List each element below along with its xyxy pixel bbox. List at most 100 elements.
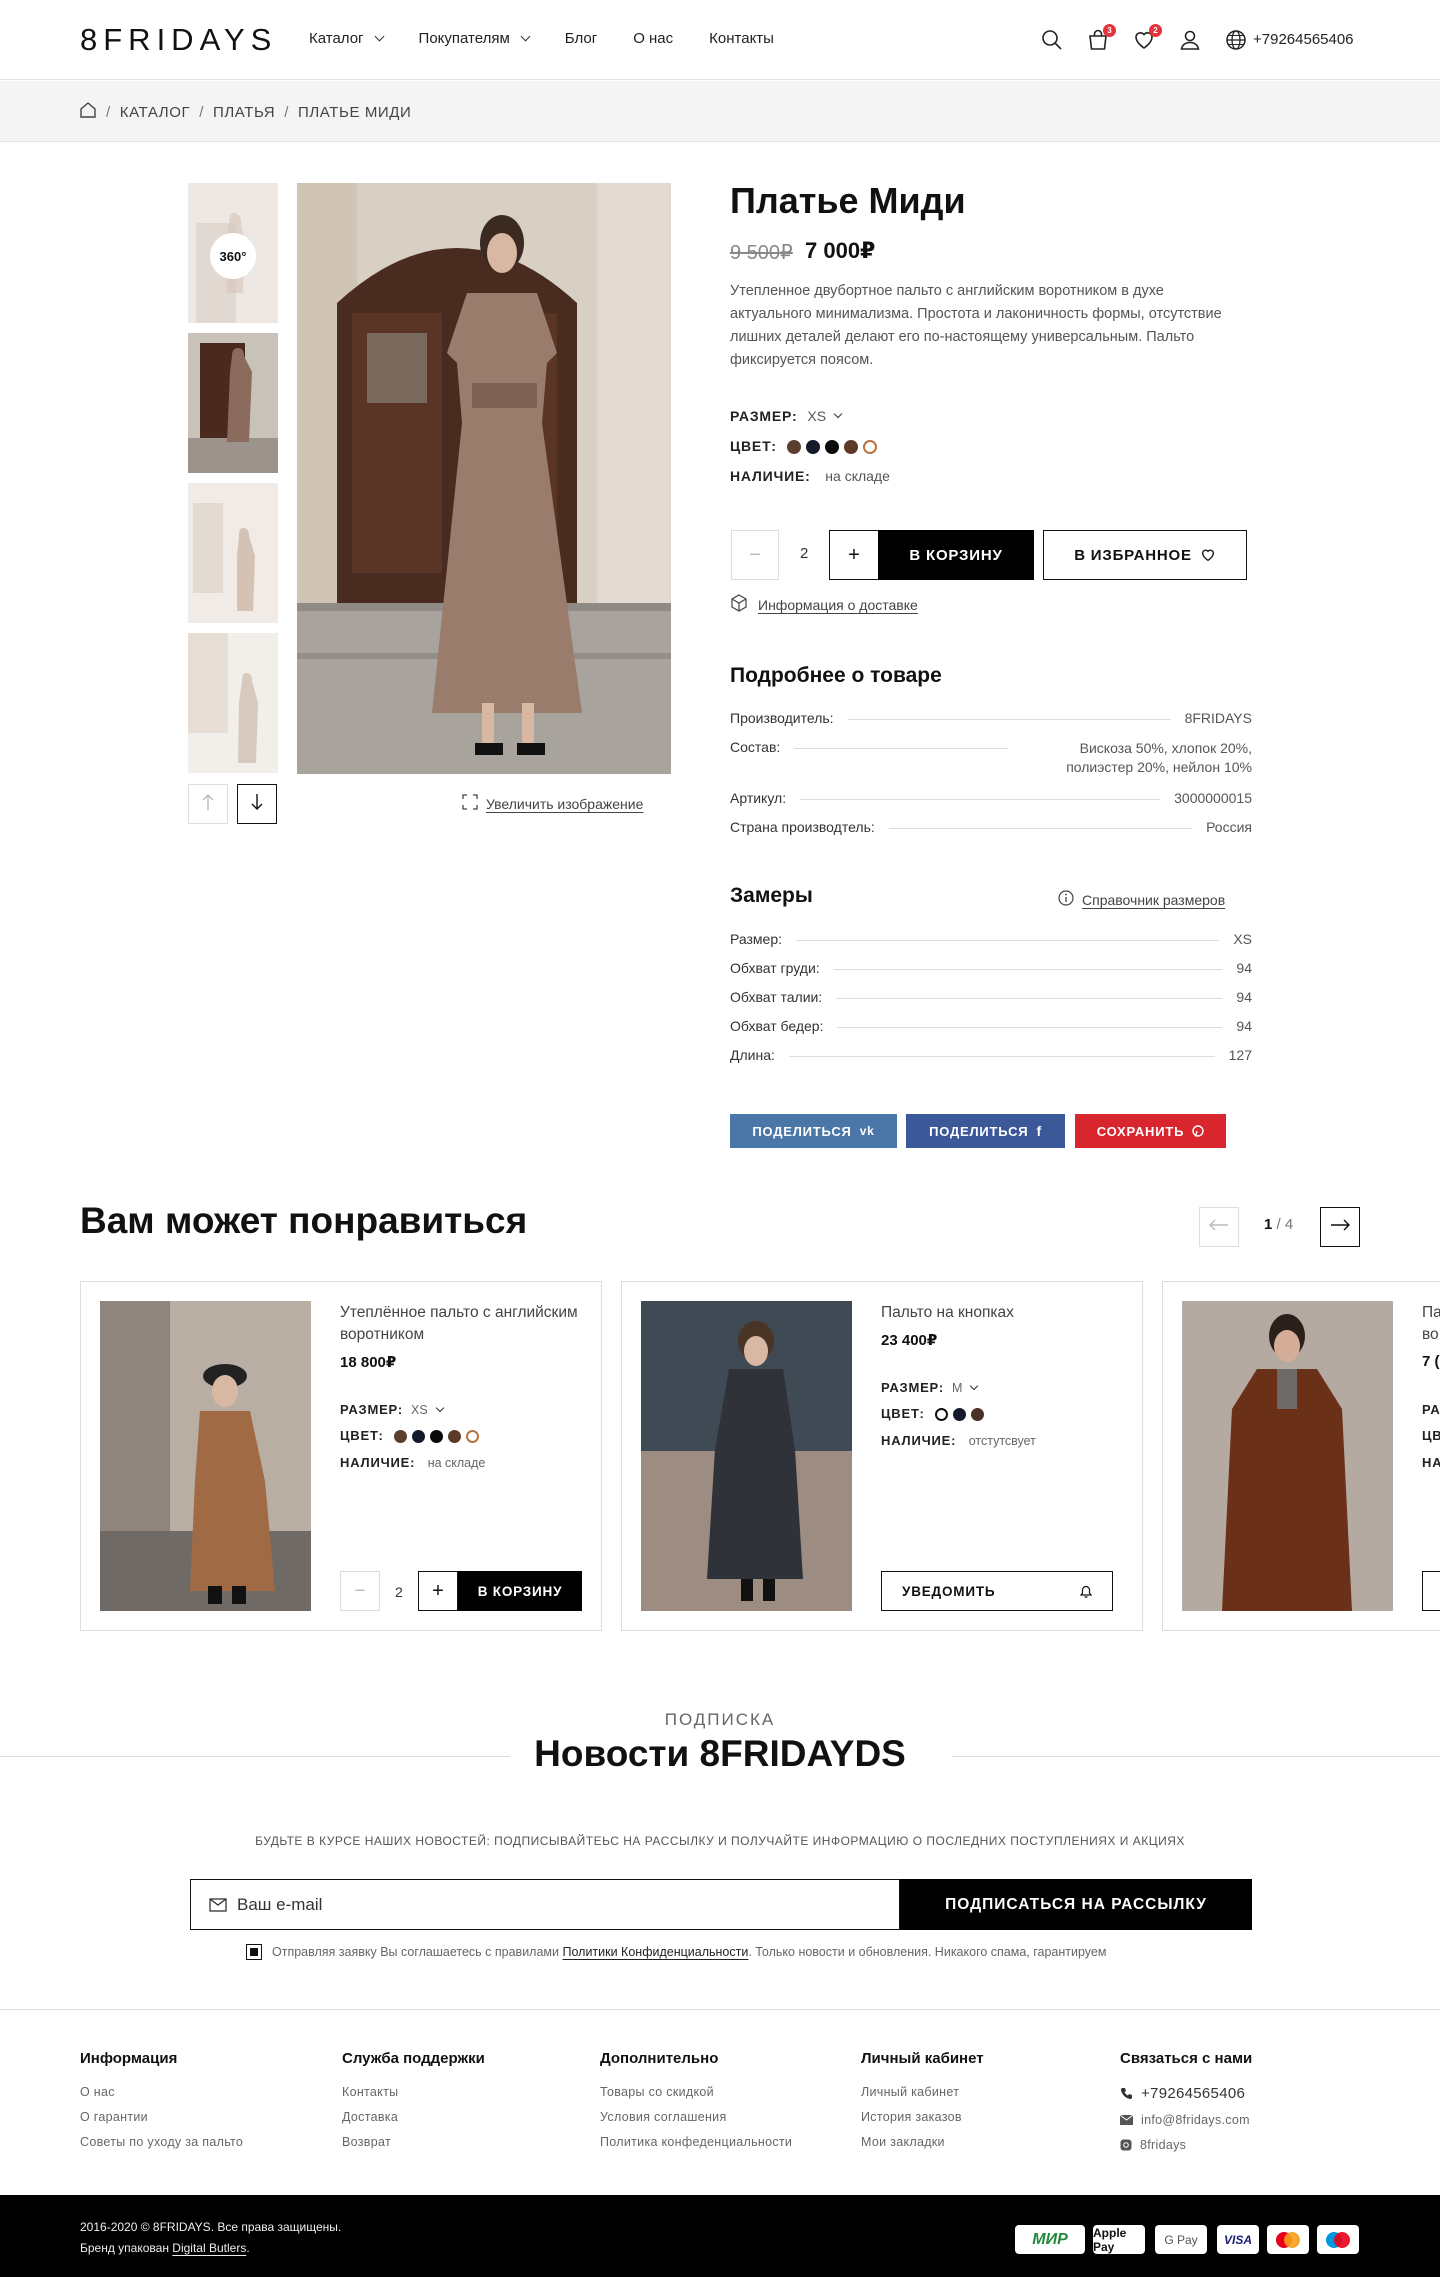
- nav-item-customers[interactable]: Покупателям: [419, 30, 531, 47]
- zoom-image-link[interactable]: Увеличить изображение: [462, 794, 643, 813]
- nav-item-blog[interactable]: Блог: [565, 30, 597, 47]
- color-swatch[interactable]: [824, 440, 839, 455]
- phone-icon: [1120, 2087, 1133, 2100]
- zoom-label: Увеличить изображение: [486, 795, 644, 812]
- footer-link[interactable]: О нас: [80, 2085, 243, 2099]
- quantity-value[interactable]: 2: [800, 545, 808, 562]
- product-card-name[interactable]: Пальто на кнопках: [881, 1302, 1121, 1324]
- product-card-image[interactable]: [100, 1301, 311, 1611]
- product-main-image[interactable]: [297, 183, 671, 774]
- color-swatches: [786, 438, 882, 455]
- footer-link[interactable]: Советы по уходу за пальто: [80, 2135, 243, 2149]
- footer-link[interactable]: История заказов: [861, 2110, 984, 2124]
- footer-link[interactable]: Личный кабинет: [861, 2085, 984, 2099]
- color-swatch[interactable]: [429, 1430, 443, 1444]
- footer-phone[interactable]: +79264565406: [1120, 2085, 1252, 2102]
- product-card-name[interactable]: Па во: [1422, 1302, 1440, 1346]
- color-swatch[interactable]: [934, 1408, 948, 1422]
- site-logo[interactable]: 8FRIDAYS: [80, 22, 277, 58]
- footer-link[interactable]: Условия соглашения: [600, 2110, 792, 2124]
- quantity-value[interactable]: 2: [395, 1584, 403, 1600]
- gallery-thumb[interactable]: [188, 633, 278, 773]
- detail-key: Производитель:: [730, 710, 834, 726]
- quantity-increase-button[interactable]: +: [829, 530, 879, 580]
- delivery-info-link[interactable]: Информация о доставке: [730, 594, 918, 615]
- notify-button[interactable]: УВЕДОМИТЬ: [881, 1571, 1113, 1611]
- footer-link[interactable]: Мои закладки: [861, 2135, 984, 2149]
- gallery-thumb[interactable]: [188, 333, 278, 473]
- share-label: СОХРАНИТЬ: [1096, 1123, 1185, 1139]
- size-selector[interactable]: РАЗМЕР: XS: [730, 408, 843, 424]
- product-card[interactable]: Па во 7 ( РА ЦВ НА: [1162, 1281, 1440, 1631]
- gallery-thumb-360[interactable]: 360°: [188, 183, 278, 323]
- breadcrumb-item-dresses[interactable]: ПЛАТЬЯ: [213, 104, 275, 121]
- color-swatch[interactable]: [862, 440, 877, 455]
- measurement-key: Длина:: [730, 1047, 775, 1063]
- card-size-selector[interactable]: РАЗМЕР: M: [881, 1380, 979, 1395]
- footer-link[interactable]: О гарантии: [80, 2110, 243, 2124]
- footer-instagram[interactable]: 8fridays: [1120, 2138, 1252, 2152]
- card-size-selector[interactable]: РАЗМЕР: XS: [340, 1402, 444, 1417]
- breadcrumb-separator: /: [199, 103, 204, 121]
- home-icon[interactable]: [79, 101, 97, 123]
- gallery-next-button[interactable]: [237, 784, 277, 824]
- color-swatch[interactable]: [465, 1430, 479, 1444]
- color-swatch[interactable]: [843, 440, 858, 455]
- footer-link[interactable]: Контакты: [342, 2085, 485, 2099]
- add-to-cart-button[interactable]: В КОРЗИНУ: [458, 1571, 582, 1611]
- gallery-thumb[interactable]: [188, 483, 278, 623]
- color-swatch[interactable]: [393, 1430, 407, 1444]
- privacy-policy-link[interactable]: Политики Конфиденциальности: [562, 1945, 748, 1959]
- footer-link[interactable]: Возврат: [342, 2135, 485, 2149]
- color-swatches: [934, 1406, 989, 1422]
- color-swatch[interactable]: [952, 1408, 966, 1422]
- save-pinterest-button[interactable]: СОХРАНИТЬ: [1075, 1114, 1226, 1148]
- info-icon: [1058, 890, 1074, 909]
- email-field[interactable]: Ваш e-mail: [190, 1879, 900, 1930]
- consent-checkbox[interactable]: [246, 1944, 262, 1960]
- footer-link[interactable]: Доставка: [342, 2110, 485, 2124]
- add-to-wishlist-button[interactable]: В ИЗБРАННОЕ: [1043, 530, 1247, 580]
- color-swatch[interactable]: [447, 1430, 461, 1444]
- nav-item-about[interactable]: О нас: [633, 30, 673, 47]
- heart-icon[interactable]: 2: [1132, 24, 1162, 52]
- card-color-selector: ЦВЕТ:: [881, 1406, 989, 1422]
- cart-icon[interactable]: 3: [1086, 24, 1116, 52]
- color-swatch[interactable]: [786, 440, 801, 455]
- footer-link[interactable]: Политика конфеденциальности: [600, 2135, 792, 2149]
- size-guide-link[interactable]: Справочник размеров: [1058, 890, 1225, 909]
- nav-item-catalog[interactable]: Каталог: [309, 30, 384, 47]
- share-facebook-button[interactable]: ПОДЕЛИТЬСЯ f: [906, 1114, 1065, 1148]
- digital-butlers-link[interactable]: Digital Butlers: [172, 2241, 246, 2255]
- footer-email[interactable]: info@8fridays.com: [1120, 2113, 1252, 2127]
- footer-divider: [0, 2009, 1440, 2010]
- breadcrumb-item-catalog[interactable]: КАТАЛОГ: [120, 104, 190, 121]
- quantity-decrease-button[interactable]: −: [340, 1571, 380, 1611]
- product-card[interactable]: Утеплённое пальто с английским воротнико…: [80, 1281, 602, 1631]
- measurement-row: Обхват талии: 94: [730, 989, 1252, 1005]
- add-to-cart-button[interactable]: В КОРЗИНУ: [878, 530, 1034, 580]
- color-swatch[interactable]: [970, 1408, 984, 1422]
- user-icon[interactable]: [1178, 28, 1202, 52]
- card-action-button[interactable]: [1422, 1571, 1440, 1611]
- color-swatch[interactable]: [805, 440, 820, 455]
- quantity-decrease-button[interactable]: −: [731, 530, 779, 580]
- carousel-prev-button[interactable]: [1199, 1207, 1239, 1247]
- quantity-increase-button[interactable]: +: [418, 1571, 458, 1611]
- subscribe-button[interactable]: ПОДПИСАТЬСЯ НА РАССЫЛКУ: [900, 1879, 1252, 1930]
- product-card-image[interactable]: [1182, 1301, 1393, 1611]
- header-phone[interactable]: +79264565406: [1253, 31, 1354, 48]
- nav-item-contacts[interactable]: Контакты: [709, 30, 774, 47]
- product-card[interactable]: Пальто на кнопках 23 400₽ РАЗМЕР: M ЦВЕТ…: [621, 1281, 1143, 1631]
- arrow-left-icon: [1209, 1218, 1229, 1236]
- carousel-next-button[interactable]: [1320, 1207, 1360, 1247]
- color-label: ЦВЕТ:: [340, 1428, 384, 1444]
- color-swatch[interactable]: [411, 1430, 425, 1444]
- gallery-prev-button[interactable]: [188, 784, 228, 824]
- share-vk-button[interactable]: ПОДЕЛИТЬСЯ vk: [730, 1114, 897, 1148]
- footer-link[interactable]: Товары со скидкой: [600, 2085, 792, 2099]
- search-icon[interactable]: [1040, 28, 1064, 52]
- product-card-name[interactable]: Утеплённое пальто с английским воротнико…: [340, 1302, 580, 1346]
- globe-icon[interactable]: [1224, 28, 1248, 52]
- product-card-image[interactable]: [641, 1301, 852, 1611]
